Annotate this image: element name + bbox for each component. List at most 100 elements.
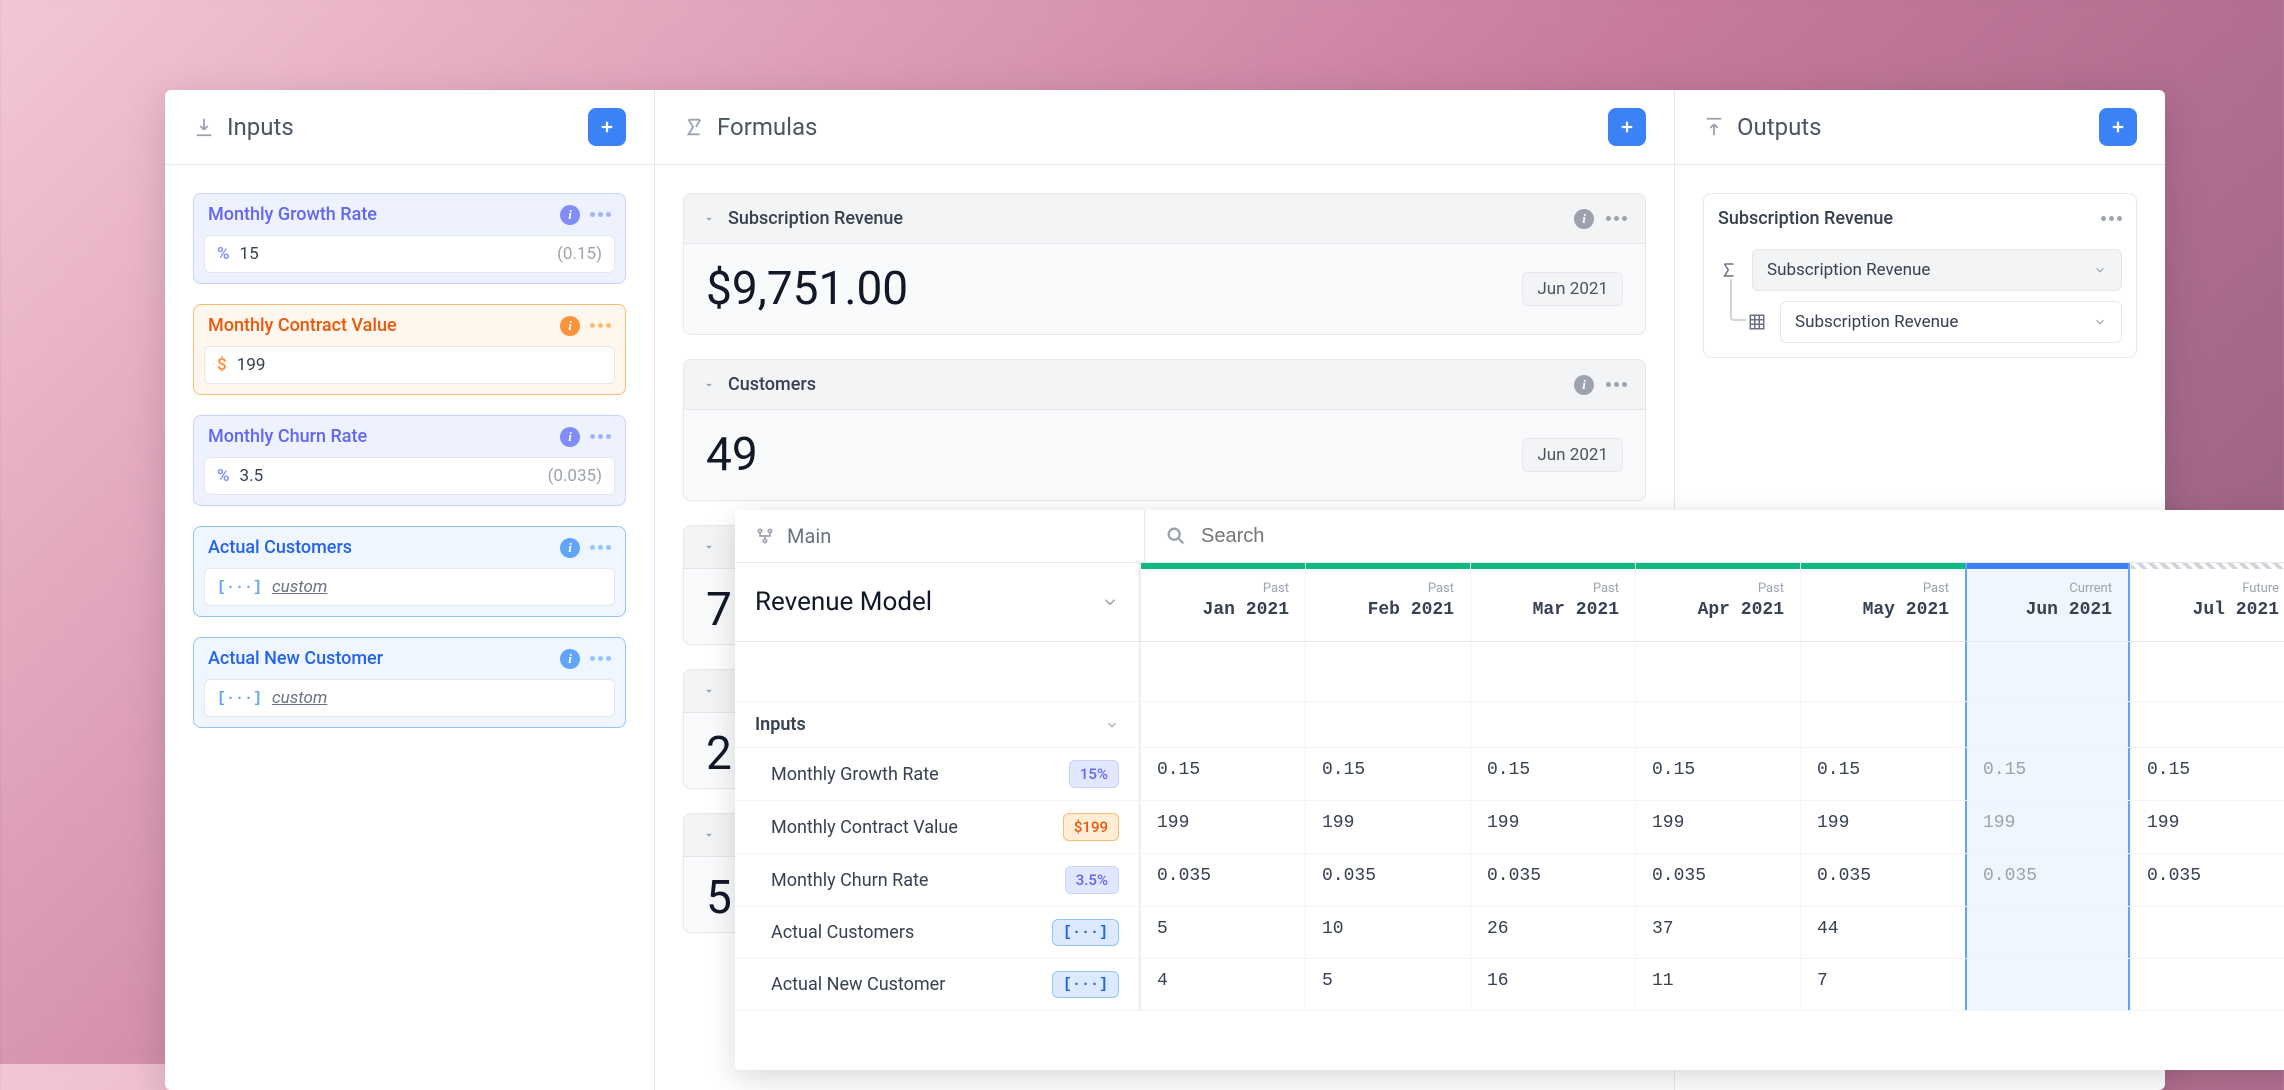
data-cell[interactable]: 199 (1635, 801, 1800, 853)
time-column-header[interactable]: Current Jun 2021 (1965, 563, 2130, 641)
more-icon[interactable] (590, 212, 611, 217)
data-cell[interactable]: 0.035 (1140, 854, 1305, 906)
output-more-icon[interactable] (2101, 216, 2122, 221)
row-label-cell[interactable]: Monthly Contract Value $199 (735, 801, 1140, 853)
chevron-down-icon (702, 378, 716, 392)
formulas-title: Formulas (717, 113, 1596, 141)
data-cell[interactable]: 199 (2130, 801, 2284, 853)
data-cell[interactable]: 0.035 (1470, 854, 1635, 906)
search-input[interactable] (1201, 525, 2275, 548)
data-cell[interactable]: 199 (1965, 801, 2130, 853)
output-table-select[interactable]: Subscription Revenue (1780, 301, 2122, 343)
model-title-cell[interactable]: Revenue Model (735, 563, 1140, 641)
input-value[interactable]: 15 (240, 244, 548, 264)
section-inputs[interactable]: Inputs (735, 702, 1140, 747)
row-label-cell[interactable]: Monthly Churn Rate 3.5% (735, 854, 1140, 906)
data-cell[interactable]: 0.15 (1140, 748, 1305, 800)
data-cell[interactable]: 7 (1800, 959, 1965, 1010)
row-label-cell[interactable]: Actual Customers [···] (735, 907, 1140, 958)
add-output-button[interactable] (2099, 108, 2137, 146)
time-phase: Past (1322, 581, 1454, 596)
input-field[interactable]: % 3.5 (0.035) (204, 457, 615, 495)
data-cell[interactable]: 0.035 (1965, 854, 2130, 906)
formula-header[interactable]: Subscription Revenue i (684, 194, 1645, 244)
time-column-header[interactable]: Past Feb 2021 (1305, 563, 1470, 641)
data-cell[interactable]: 11 (1635, 959, 1800, 1010)
time-column-header[interactable]: Past Mar 2021 (1470, 563, 1635, 641)
data-cell[interactable] (1965, 959, 2130, 1010)
input-field[interactable]: % 15 (0.15) (204, 235, 615, 273)
formula-header[interactable]: Customers i (684, 360, 1645, 410)
data-cell[interactable]: 0.035 (1635, 854, 1800, 906)
data-cell[interactable] (2130, 907, 2284, 958)
data-cell[interactable]: 37 (1635, 907, 1800, 958)
breadcrumb[interactable]: Main (735, 510, 1145, 562)
info-icon[interactable]: i (560, 205, 580, 225)
input-field[interactable]: [···] custom (204, 679, 615, 717)
data-cell[interactable]: 5 (1140, 907, 1305, 958)
row-label-cell[interactable]: Actual New Customer [···] (735, 959, 1140, 1010)
input-paren: (0.035) (548, 466, 602, 486)
more-icon[interactable] (1606, 216, 1627, 221)
input-card: Monthly Growth Rate i % 15 (0.15) (193, 193, 626, 284)
more-icon[interactable] (1606, 382, 1627, 387)
spacer-cell (1635, 642, 1800, 701)
row-label-cell[interactable]: Monthly Growth Rate 15% (735, 748, 1140, 800)
output-formula-select[interactable]: Subscription Revenue (1752, 249, 2122, 291)
time-column-header[interactable]: Future Jul 2021 (2130, 563, 2284, 641)
data-cell[interactable]: 0.035 (2130, 854, 2284, 906)
input-field[interactable]: $ 199 (204, 346, 615, 384)
data-cell[interactable]: 16 (1470, 959, 1635, 1010)
input-field[interactable]: [···] custom (204, 568, 615, 606)
time-column-header[interactable]: Past Apr 2021 (1635, 563, 1800, 641)
data-cell[interactable]: 4 (1140, 959, 1305, 1010)
data-cell[interactable] (2130, 959, 2284, 1010)
data-cell[interactable]: 0.15 (2130, 748, 2284, 800)
info-icon[interactable]: i (560, 316, 580, 336)
data-cell[interactable]: 199 (1470, 801, 1635, 853)
data-cell[interactable]: 0.15 (1635, 748, 1800, 800)
formula-date[interactable]: Jun 2021 (1522, 272, 1623, 306)
input-title: Actual Customers (208, 537, 550, 558)
info-icon[interactable]: i (1574, 375, 1594, 395)
data-row: Actual New Customer [···] 4516117 (735, 959, 2284, 1011)
data-cell[interactable]: 26 (1470, 907, 1635, 958)
data-cell[interactable]: 0.15 (1305, 748, 1470, 800)
dollar-icon: $ (217, 355, 227, 375)
data-cell[interactable]: 5 (1305, 959, 1470, 1010)
input-value[interactable]: custom (272, 688, 327, 708)
inputs-title: Inputs (227, 113, 576, 141)
data-cell[interactable]: 0.035 (1800, 854, 1965, 906)
data-cell[interactable]: 0.15 (1965, 748, 2130, 800)
more-icon[interactable] (590, 545, 611, 550)
data-cell[interactable] (1965, 907, 2130, 958)
input-value[interactable]: 3.5 (240, 466, 538, 486)
time-column-header[interactable]: Past Jan 2021 (1140, 563, 1305, 641)
time-phase: Past (1487, 581, 1619, 596)
more-icon[interactable] (590, 434, 611, 439)
data-cell[interactable]: 0.15 (1470, 748, 1635, 800)
data-cell[interactable]: 199 (1140, 801, 1305, 853)
data-cell[interactable]: 199 (1305, 801, 1470, 853)
data-cell[interactable]: 0.035 (1305, 854, 1470, 906)
data-cell[interactable]: 0.15 (1800, 748, 1965, 800)
time-phase: Future (2147, 581, 2279, 596)
time-column-header[interactable]: Past May 2021 (1800, 563, 1965, 641)
input-value[interactable]: 199 (237, 355, 602, 375)
info-icon[interactable]: i (560, 538, 580, 558)
data-cell[interactable]: 10 (1305, 907, 1470, 958)
info-icon[interactable]: i (1574, 209, 1594, 229)
data-cell[interactable]: 199 (1800, 801, 1965, 853)
formula-date[interactable]: Jun 2021 (1522, 438, 1623, 472)
more-icon[interactable] (590, 323, 611, 328)
input-value[interactable]: custom (272, 577, 327, 597)
output-card-title: Subscription Revenue (1718, 208, 2101, 229)
info-icon[interactable]: i (560, 649, 580, 669)
add-input-button[interactable] (588, 108, 626, 146)
add-formula-button[interactable] (1608, 108, 1646, 146)
data-cell[interactable]: 44 (1800, 907, 1965, 958)
more-icon[interactable] (590, 656, 611, 661)
search-bar[interactable] (1145, 510, 2284, 562)
info-icon[interactable]: i (560, 427, 580, 447)
output-card: Subscription Revenue Subscription Revenu… (1703, 193, 2137, 358)
